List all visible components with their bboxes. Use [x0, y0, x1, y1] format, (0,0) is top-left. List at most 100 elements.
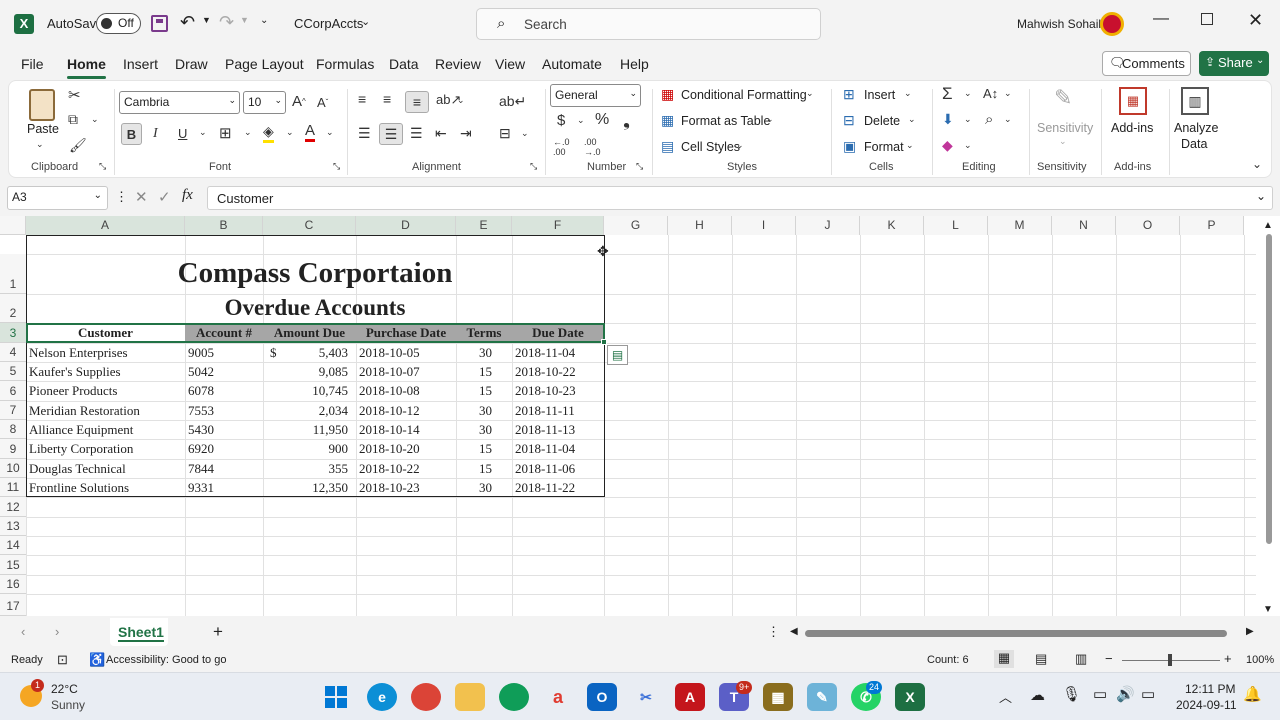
table-cell[interactable]: 2018-10-12	[356, 401, 456, 420]
format-as-table-dropdown-icon[interactable]: ⌄	[766, 114, 774, 125]
vertical-scrollbar[interactable]: ▲ ▼	[1262, 220, 1276, 616]
tab-split-icon[interactable]: ⋮	[767, 624, 780, 640]
row-header-12[interactable]: 13	[0, 517, 26, 536]
number-format-select[interactable]: General ⌄	[550, 84, 641, 107]
formula-input[interactable]: Customer ⌄	[207, 186, 1273, 210]
row-header-1[interactable]: 2	[0, 294, 26, 323]
horizontal-scroll-thumb[interactable]	[805, 630, 1227, 637]
row-header-5[interactable]: 6	[0, 381, 26, 401]
sort-filter-dropdown-icon[interactable]: ⌄	[1004, 88, 1012, 99]
format-painter-icon[interactable]: 🖌	[69, 137, 87, 154]
zoom-level[interactable]: 100%	[1246, 654, 1274, 666]
insert-function-icon[interactable]: fx	[182, 187, 193, 204]
table-cell[interactable]: 2018-10-05	[356, 343, 456, 362]
tab-draw[interactable]: Draw	[175, 56, 208, 72]
zoom-slider[interactable]	[1122, 654, 1220, 666]
cut-icon[interactable]: ✂	[68, 86, 81, 104]
sheet-subtitle[interactable]: Overdue Accounts	[26, 294, 604, 322]
table-cell[interactable]: 7844	[185, 459, 263, 478]
accessibility-status[interactable]: Accessibility: Good to go	[106, 654, 226, 666]
table-cell[interactable]: 2018-10-22	[512, 362, 604, 381]
autosave-toggle[interactable]: Off	[96, 13, 141, 34]
column-header-0[interactable]: A	[26, 216, 185, 235]
column-header-6[interactable]: G	[604, 216, 668, 235]
table-cell[interactable]: 2018-10-07	[356, 362, 456, 381]
column-header-12[interactable]: M	[988, 216, 1052, 235]
tab-review[interactable]: Review	[435, 56, 481, 72]
table-header-cell[interactable]: Amount Due	[263, 323, 356, 343]
user-name[interactable]: Mahwish Sohail	[1017, 17, 1101, 31]
table-cell[interactable]: 30	[456, 420, 512, 439]
align-middle-icon[interactable]: ≡	[383, 91, 391, 107]
copy-icon[interactable]: ⧉	[68, 111, 78, 128]
worksheet-grid[interactable]: ABCDEFGHIJKLMNOP 1 2 3 4 5 6 7 8 9 10 11 12 13 14 15 16…	[0, 216, 1280, 617]
search-box[interactable]: ⌕ Search	[476, 8, 821, 40]
italic-icon[interactable]: I	[153, 126, 158, 142]
underline-dropdown-icon[interactable]: ⌄	[199, 127, 207, 138]
orientation-dropdown-icon[interactable]: ⌄	[457, 95, 465, 106]
sheet-title[interactable]: Compass Corportaion	[26, 254, 604, 292]
column-header-3[interactable]: D	[356, 216, 456, 235]
format-as-table-icon[interactable]: ▦	[661, 112, 674, 129]
table-cell[interactable]: 2018-11-13	[512, 420, 604, 439]
tab-file[interactable]: File	[21, 56, 44, 72]
clock-date[interactable]: 2024-09-11	[1176, 698, 1237, 712]
more-icon[interactable]: ⋮	[115, 189, 128, 205]
restore-icon[interactable]	[1201, 13, 1213, 25]
insert-cells-icon[interactable]: ⊞	[843, 86, 855, 103]
row-header-6[interactable]: 7	[0, 401, 26, 420]
font-name-select[interactable]: Cambria ⌄	[119, 91, 240, 114]
row-header-13[interactable]: 14	[0, 536, 26, 555]
table-cell[interactable]: 15	[456, 381, 512, 400]
row-header-15[interactable]: 16	[0, 575, 26, 594]
table-cell[interactable]: 5042	[185, 362, 263, 381]
merge-center-icon[interactable]: ⊟	[499, 125, 511, 142]
quick-analysis-icon[interactable]: ▤	[607, 345, 628, 365]
prev-sheet-icon[interactable]: ‹	[21, 624, 25, 639]
tab-insert[interactable]: Insert	[123, 56, 158, 72]
analyze-data-button[interactable]: Analyze	[1174, 121, 1218, 135]
table-cell[interactable]: 2018-10-23	[356, 478, 456, 497]
table-cell[interactable]: Alliance Equipment	[26, 420, 185, 439]
row-header-16[interactable]: 17	[0, 594, 26, 616]
horizontal-scrollbar[interactable]: ◀ ▶	[790, 626, 1260, 640]
name-box[interactable]: A3 ⌄	[7, 186, 108, 210]
table-cell[interactable]: Nelson Enterprises	[26, 343, 185, 362]
tab-view[interactable]: View	[495, 56, 525, 72]
decrease-font-icon[interactable]: Aˇ	[317, 95, 328, 110]
font-color-dropdown-icon[interactable]: ⌄	[326, 127, 334, 138]
notepad-icon[interactable]: ✎	[807, 683, 837, 711]
wrap-text-icon[interactable]: ab↵	[499, 93, 526, 110]
row-header-4[interactable]: 5	[0, 362, 26, 381]
analyze-data-icon[interactable]: ▥	[1181, 87, 1209, 115]
table-cell[interactable]: 30	[456, 401, 512, 420]
table-cell[interactable]: 2018-10-20	[356, 439, 456, 458]
autocad-icon[interactable]: A	[675, 683, 705, 711]
outlook-icon[interactable]: O	[587, 683, 617, 711]
column-header-14[interactable]: O	[1116, 216, 1180, 235]
table-cell[interactable]: Kaufer's Supplies	[26, 362, 185, 381]
table-cell[interactable]: 12,350	[263, 478, 356, 497]
table-cell[interactable]: 2,034	[263, 401, 356, 420]
scroll-down-icon[interactable]: ▼	[1263, 604, 1273, 615]
snipping-tool-icon[interactable]: ✂	[631, 683, 661, 711]
table-header-cell[interactable]: Purchase Date	[356, 323, 456, 343]
autosum-dropdown-icon[interactable]: ⌄	[964, 88, 972, 99]
find-select-dropdown-icon[interactable]: ⌄	[1004, 114, 1012, 125]
fill-icon[interactable]: ⬇	[942, 111, 954, 128]
cancel-icon[interactable]: ✕	[135, 188, 148, 206]
expand-formula-icon[interactable]: ⌄	[1256, 189, 1266, 203]
table-cell[interactable]: 2018-10-22	[356, 459, 456, 478]
paste-dropdown-icon[interactable]: ⌄	[36, 139, 44, 150]
sheet-tab-sheet1[interactable]: Sheet1	[110, 618, 168, 646]
undo-icon[interactable]: ↶	[180, 12, 195, 33]
column-header-2[interactable]: C	[263, 216, 356, 235]
table-cell[interactable]: Pioneer Products	[26, 381, 185, 400]
align-bottom-icon[interactable]: ≡	[405, 91, 429, 113]
table-cell[interactable]: 2018-10-08	[356, 381, 456, 400]
acrobat-icon[interactable]: a	[543, 683, 573, 711]
conditional-formatting-button[interactable]: Conditional Formatting	[681, 88, 807, 102]
column-header-10[interactable]: K	[860, 216, 924, 235]
tab-home[interactable]: Home	[67, 56, 106, 79]
row-header-11[interactable]: 12	[0, 497, 26, 517]
